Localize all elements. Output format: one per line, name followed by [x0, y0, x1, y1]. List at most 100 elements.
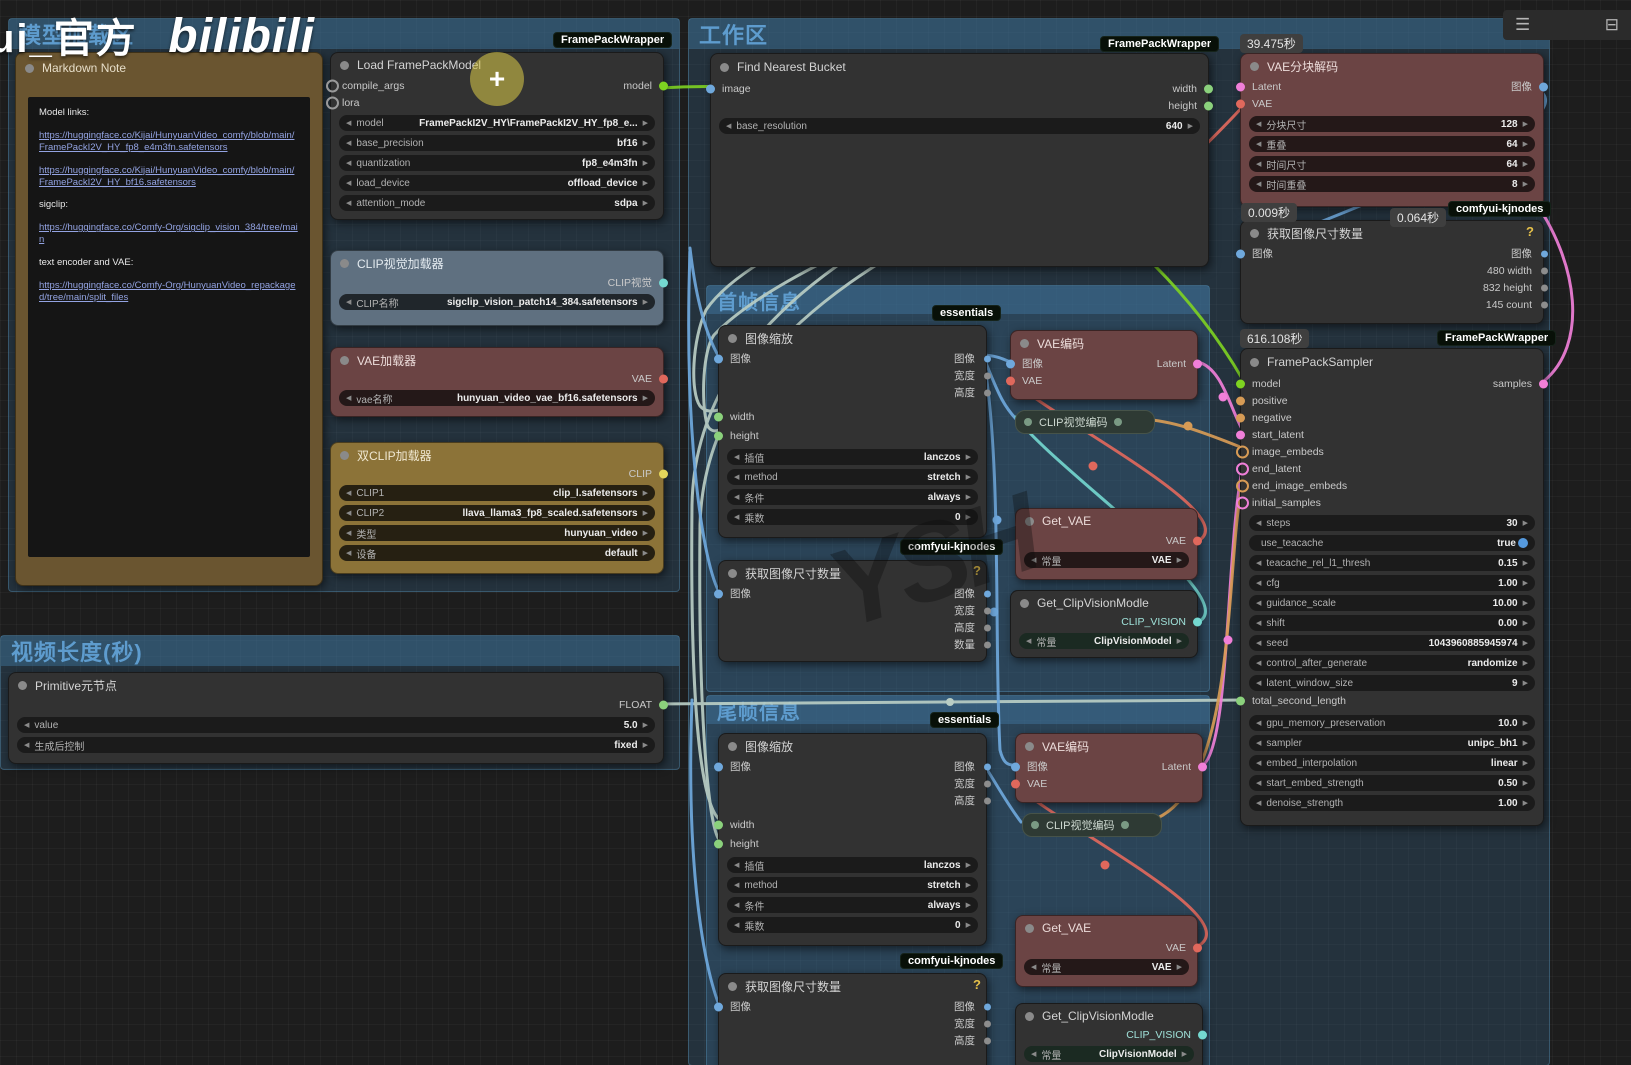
widget-teacache-thresh[interactable]: ◀teacache_rel_l1_thresh0.15▶	[1249, 555, 1535, 571]
collapse-dot[interactable]	[1250, 229, 1259, 238]
widget-start-embed-strength[interactable]: ◀start_embed_strength0.50▶	[1249, 775, 1535, 791]
input-port-lora[interactable]	[326, 96, 339, 109]
output-port[interactable]	[1121, 821, 1129, 829]
right-arrow-icon[interactable]: ▶	[1523, 619, 1528, 627]
right-arrow-icon[interactable]: ▶	[1177, 556, 1182, 564]
input-port-positive[interactable]	[1236, 396, 1245, 405]
left-arrow-icon[interactable]: ◀	[1031, 556, 1036, 564]
output-port-samples[interactable]	[1539, 379, 1548, 388]
right-arrow-icon[interactable]: ▶	[1188, 122, 1193, 130]
collapse-dot[interactable]	[1250, 62, 1259, 71]
widget-vae-name[interactable]: ◀vae名称hunyuan_video_vae_bf16.safetensors…	[339, 390, 655, 406]
collapse-dot[interactable]	[728, 569, 737, 578]
collapse-dot[interactable]	[25, 64, 34, 73]
input-port-height[interactable]	[714, 431, 723, 440]
output-port-height[interactable]	[984, 624, 991, 631]
widget-constant[interactable]: ◀常量ClipVisionModel▶	[1019, 633, 1189, 649]
collapse-dot[interactable]	[1025, 1012, 1034, 1021]
right-arrow-icon[interactable]: ▶	[966, 473, 971, 481]
left-arrow-icon[interactable]: ◀	[1256, 559, 1261, 567]
right-arrow-icon[interactable]: ▶	[1523, 559, 1528, 567]
widget-load-device[interactable]: ◀load_deviceoffload_device▶	[339, 175, 655, 191]
widget-overlap[interactable]: ◀重叠64▶	[1249, 136, 1535, 152]
widget-seed[interactable]: ◀seed1043960885945974▶	[1249, 635, 1535, 651]
node-dual-clip-loader[interactable]: 双CLIP加载器 CLIP ◀CLIP1clip_l.safetensors▶ …	[330, 442, 664, 574]
right-arrow-icon[interactable]: ▶	[966, 513, 971, 521]
left-arrow-icon[interactable]: ◀	[1256, 719, 1261, 727]
collapse-dot[interactable]	[1020, 599, 1029, 608]
right-arrow-icon[interactable]: ▶	[643, 159, 648, 167]
widget-latent-window-size[interactable]: ◀latent_window_size9▶	[1249, 675, 1535, 691]
input-port-image[interactable]	[714, 762, 723, 771]
input-port-initial-samples[interactable]	[1236, 496, 1249, 509]
collapse-dot[interactable]	[1025, 742, 1034, 751]
left-arrow-icon[interactable]: ◀	[346, 529, 351, 537]
widget-quantization[interactable]: ◀quantizationfp8_e4m3fn▶	[339, 155, 655, 171]
widget-constant[interactable]: ◀常量ClipVisionModel▶	[1024, 1046, 1194, 1062]
output-port-latent[interactable]	[1193, 359, 1202, 368]
output-port-vae[interactable]	[1193, 536, 1202, 545]
right-arrow-icon[interactable]: ▶	[1523, 160, 1528, 168]
output-port-height[interactable]	[1541, 284, 1548, 291]
right-arrow-icon[interactable]: ▶	[1523, 719, 1528, 727]
input-port-negative[interactable]	[1236, 413, 1245, 422]
node-vae-loader[interactable]: VAE加载器 VAE ◀vae名称hunyuan_video_vae_bf16.…	[330, 347, 664, 417]
left-arrow-icon[interactable]: ◀	[734, 901, 739, 909]
widget-type[interactable]: ◀类型hunyuan_video▶	[339, 525, 655, 541]
left-arrow-icon[interactable]: ◀	[1256, 140, 1261, 148]
output-port[interactable]	[1114, 418, 1122, 426]
left-arrow-icon[interactable]: ◀	[1256, 599, 1261, 607]
widget-model[interactable]: ◀modelFramePackI2V_HY\FramePackI2V_HY_fp…	[339, 115, 655, 131]
input-port-start-latent[interactable]	[1236, 430, 1245, 439]
right-arrow-icon[interactable]: ▶	[1523, 579, 1528, 587]
left-arrow-icon[interactable]: ◀	[346, 159, 351, 167]
left-arrow-icon[interactable]: ◀	[734, 493, 739, 501]
right-arrow-icon[interactable]: ▶	[1523, 140, 1528, 148]
node-get-image-size-first[interactable]: 获取图像尺寸数量 图像 图像 宽度 高度 数量	[718, 560, 987, 662]
output-port-vae[interactable]	[659, 375, 668, 384]
collapse-dot[interactable]	[1025, 924, 1034, 933]
output-port-clip-vision[interactable]	[659, 278, 668, 287]
left-arrow-icon[interactable]: ◀	[734, 513, 739, 521]
right-arrow-icon[interactable]: ▶	[1177, 637, 1182, 645]
right-arrow-icon[interactable]: ▶	[1523, 519, 1528, 527]
output-port-latent[interactable]	[1198, 762, 1207, 771]
widget-condition[interactable]: ◀条件always▶	[727, 489, 978, 505]
node-get-clipvision-last[interactable]: Get_ClipVisionModle CLIP_VISION ◀常量ClipV…	[1015, 1003, 1203, 1065]
collapse-dot[interactable]	[728, 334, 737, 343]
output-port-height[interactable]	[1204, 101, 1213, 110]
collapse-dot[interactable]	[340, 451, 349, 460]
output-port-image[interactable]	[984, 355, 991, 362]
right-arrow-icon[interactable]: ▶	[643, 298, 648, 306]
left-arrow-icon[interactable]: ◀	[1256, 619, 1261, 627]
node-get-vae-last[interactable]: Get_VAE VAE ◀常量VAE▶	[1015, 915, 1198, 987]
widget-gpu-memory-preservation[interactable]: ◀gpu_memory_preservation10.0▶	[1249, 715, 1535, 731]
input-port-image[interactable]	[714, 1002, 723, 1011]
right-arrow-icon[interactable]: ▶	[643, 179, 648, 187]
widget-constant[interactable]: ◀常量VAE▶	[1024, 959, 1189, 975]
left-arrow-icon[interactable]: ◀	[1256, 659, 1261, 667]
right-arrow-icon[interactable]: ▶	[1523, 599, 1528, 607]
widget-control-after-generate[interactable]: ◀control_after_generaterandomize▶	[1249, 655, 1535, 671]
node-markdown-note[interactable]: Markdown Note Model links: https://huggi…	[15, 52, 323, 586]
widget-guidance-scale[interactable]: ◀guidance_scale10.00▶	[1249, 595, 1535, 611]
output-port-width[interactable]	[984, 780, 991, 787]
input-port-total-second-length[interactable]	[1236, 697, 1245, 706]
output-port-vae[interactable]	[1193, 943, 1202, 952]
help-icon[interactable]: ?	[973, 977, 981, 992]
output-port-width[interactable]	[984, 372, 991, 379]
left-arrow-icon[interactable]: ◀	[346, 549, 351, 557]
node-clip-vision-loader[interactable]: CLIP视觉加载器 CLIP视觉 ◀CLIP名称sigclip_vision_p…	[330, 250, 664, 326]
node-framepack-sampler[interactable]: FramePackSampler model samples positive …	[1240, 348, 1544, 826]
input-port-model[interactable]	[1236, 379, 1245, 388]
left-arrow-icon[interactable]: ◀	[346, 199, 351, 207]
node-clip-vision-encode-last[interactable]: CLIP视觉编码	[1022, 813, 1162, 837]
left-arrow-icon[interactable]: ◀	[734, 861, 739, 869]
widget-multiplier[interactable]: ◀乘数0▶	[727, 917, 978, 933]
node-find-nearest-bucket[interactable]: Find Nearest Bucket image width height ◀…	[710, 53, 1209, 267]
widget-cfg[interactable]: ◀cfg1.00▶	[1249, 575, 1535, 591]
right-arrow-icon[interactable]: ▶	[1523, 639, 1528, 647]
collapse-dot[interactable]	[18, 681, 27, 690]
right-arrow-icon[interactable]: ▶	[1523, 120, 1528, 128]
widget-method[interactable]: ◀methodstretch▶	[727, 469, 978, 485]
